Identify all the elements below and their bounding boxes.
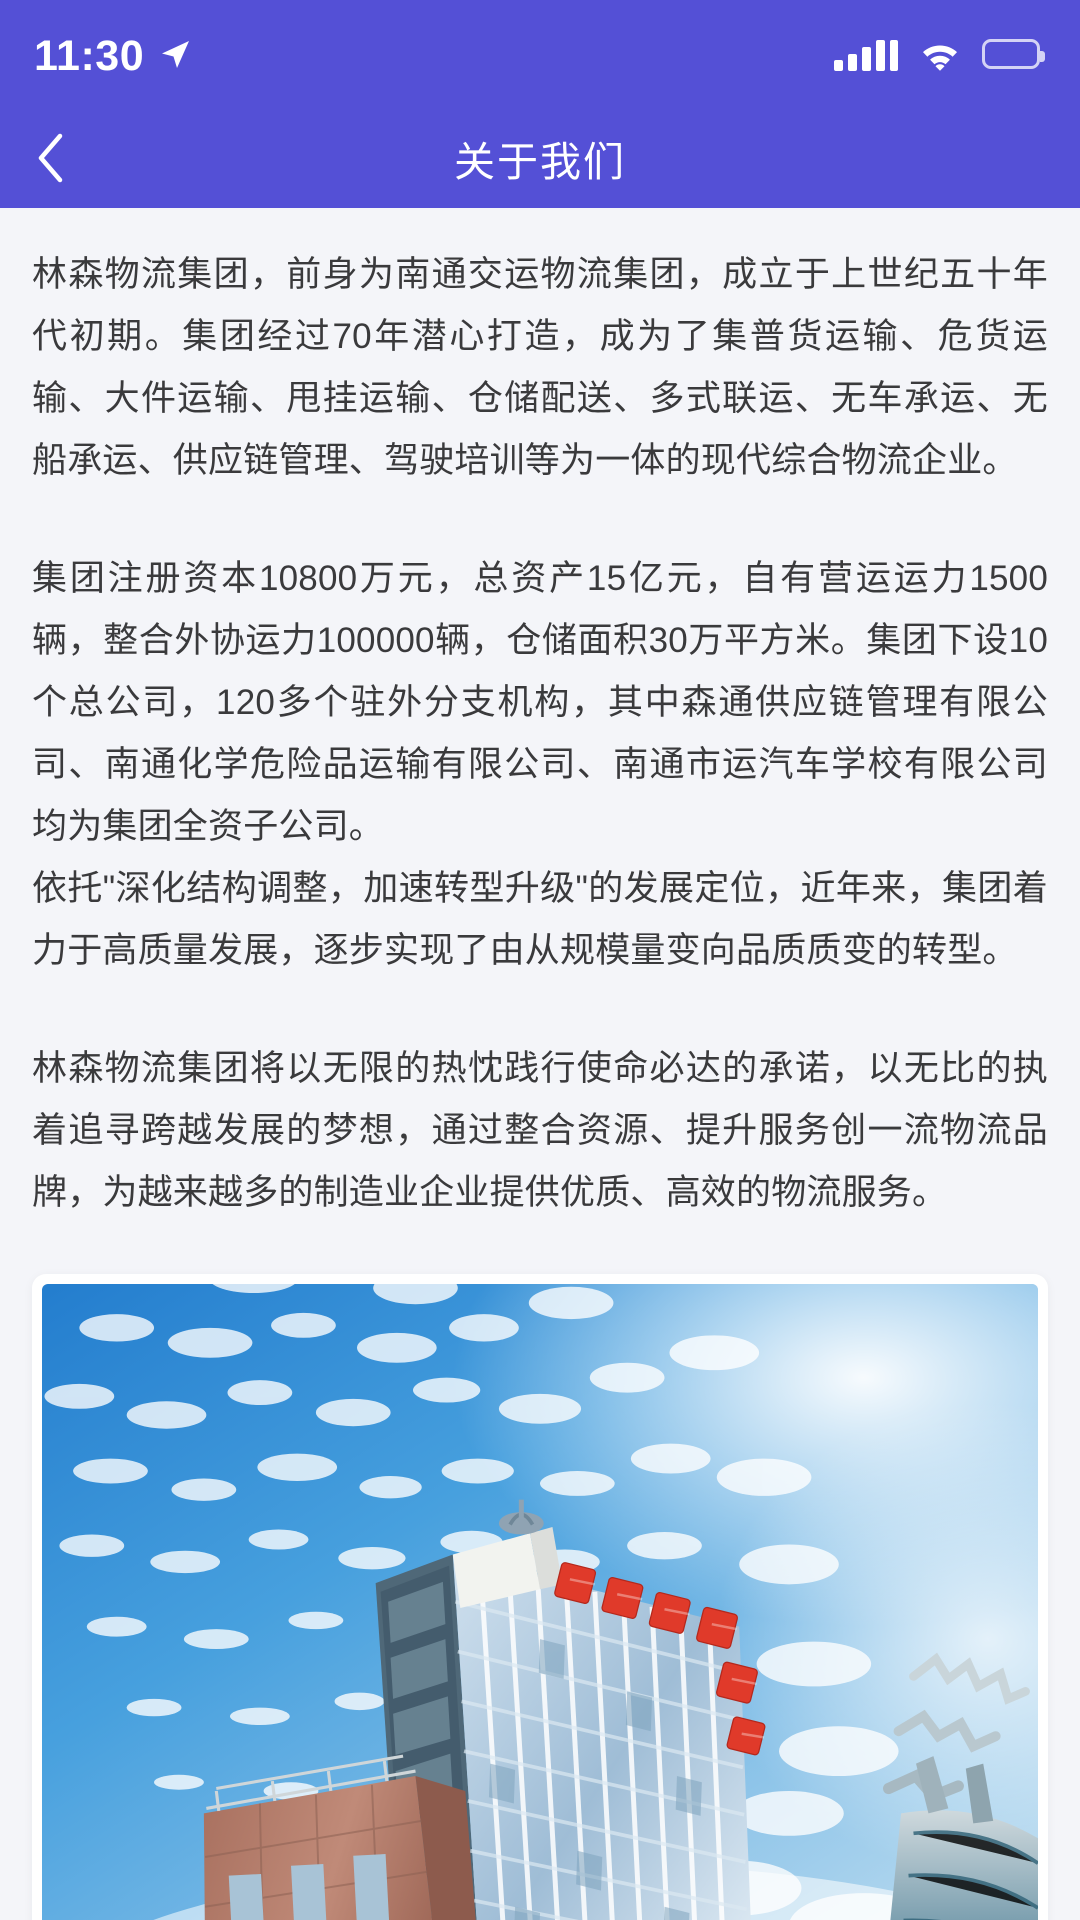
nav-bar: 关于我们 <box>0 108 1080 208</box>
location-arrow-icon <box>158 37 192 71</box>
status-bar: 11:30 <box>0 0 1080 108</box>
page-title: 关于我们 <box>454 139 626 185</box>
wifi-icon <box>918 37 962 71</box>
company-photo-card[interactable] <box>32 1274 1048 1920</box>
about-paragraph-2: 集团注册资本10800万元，总资产15亿元，自有营运运力1500辆，整合外协运力… <box>32 559 1048 846</box>
about-content-scroll[interactable]: 林森物流集团，前身为南通交运物流集团，成立于上世纪五十年代初期。集团经过70年潜… <box>0 208 1080 1920</box>
battery-icon <box>982 39 1045 69</box>
back-button[interactable] <box>0 108 100 208</box>
chevron-left-icon <box>35 133 65 183</box>
status-bar-left: 11:30 <box>34 31 192 78</box>
cellular-signal-icon <box>834 37 898 71</box>
about-paragraph-4: 林森物流集团将以无限的热忱践行使命必达的承诺，以无比的执着追寻跨越发展的梦想，通… <box>32 1049 1048 1212</box>
status-time: 11:30 <box>34 31 145 80</box>
about-paragraph-1: 林森物流集团，前身为南通交运物流集团，成立于上世纪五十年代初期。集团经过70年潜… <box>32 255 1048 480</box>
status-bar-right <box>834 37 1045 71</box>
company-headquarters-photo <box>42 1284 1038 1920</box>
about-paragraph-3: 依托"深化结构调整，加速转型升级"的发展定位，近年来，集团着力于高质量发展，逐步… <box>32 869 1048 970</box>
